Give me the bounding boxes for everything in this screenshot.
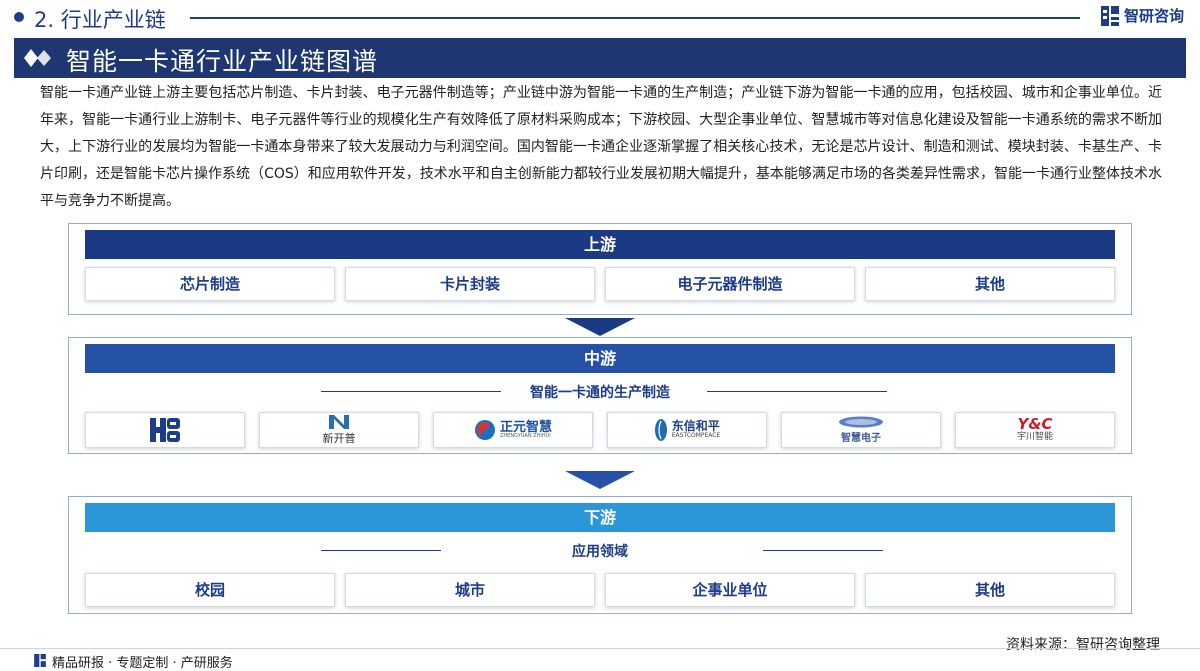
downstream-subtitle: 应用领域	[572, 544, 628, 560]
upstream-item: 其他	[865, 267, 1115, 301]
upstream-item: 芯片制造	[85, 267, 335, 301]
midstream-label: 中游	[85, 344, 1115, 373]
downstream-item: 校园	[85, 573, 335, 607]
downstream-label: 下游	[85, 503, 1115, 532]
down-arrow-icon	[565, 471, 635, 489]
logo-text: 新开普	[322, 431, 356, 445]
logo-subtext: ZHENGYUAN ZHIHUI	[499, 433, 551, 440]
company-logo: 正元智慧 ZHENGYUAN ZHIHUI	[433, 412, 593, 448]
header-divider	[190, 17, 1080, 19]
footer-tagline: 精品研报 · 专题定制 · 产研服务	[52, 656, 233, 671]
footer-divider	[0, 648, 1200, 649]
section-title: 2. 行业产业链	[34, 8, 166, 32]
company-logo: 东信和平 EASTCOMPEACE	[607, 412, 767, 448]
downstream-item: 其他	[865, 573, 1115, 607]
logo-text: 智慧电子	[841, 433, 881, 444]
upstream-item: 电子元器件制造	[605, 267, 855, 301]
dongxinhepin-logo-icon	[654, 419, 667, 441]
yc-logo-icon: Y&C	[1017, 415, 1053, 434]
xinkaipu-logo-icon	[329, 414, 349, 429]
intro-paragraph: 智能一卡通产业链上游主要包括芯片制造、卡片封装、电子元器件制造等；产业链中游为智…	[40, 85, 1162, 209]
logo-subtext: EASTCOMPEACE	[671, 432, 721, 440]
company-logo: 智慧电子	[781, 412, 941, 448]
upstream-label: 上游	[85, 230, 1115, 259]
downstream-item: 企事业单位	[605, 573, 855, 607]
hb-logo-icon	[150, 418, 180, 442]
logo-subtext: 宇川智能	[1016, 432, 1053, 443]
downstream-section: 下游 应用领域 校园 城市 企事业单位 其他	[68, 496, 1132, 614]
company-logo: 新开普	[259, 412, 419, 448]
upstream-item: 卡片封装	[345, 267, 595, 301]
title-banner: 智能一卡通行业产业链图谱	[14, 38, 1186, 78]
upstream-items: 芯片制造 卡片封装 电子元器件制造 其他	[85, 267, 1115, 301]
top-header: 2. 行业产业链 智研咨询	[0, 0, 1200, 36]
brand-logo: 智研咨询	[1100, 5, 1184, 26]
midstream-logos: 新开普 正元智慧 ZHENGYUAN ZHIHUI 东信和平 EASTCOMPE…	[85, 412, 1115, 448]
midstream-subtitle: 智能一卡通的生产制造	[530, 385, 670, 401]
company-logo	[85, 412, 245, 448]
company-logo: Y&C 宇川智能	[955, 412, 1115, 448]
upstream-section: 上游 芯片制造 卡片封装 电子元器件制造 其他	[68, 223, 1132, 315]
midstream-section: 中游 智能一卡通的生产制造 新开普 正元智慧 ZHENGYUAN ZHIHUI …	[68, 337, 1132, 454]
footer: 精品研报 · 专题定制 · 产研服务	[0, 648, 1200, 671]
brand-mark-icon	[1100, 5, 1119, 26]
bullet-dot-icon	[14, 12, 24, 22]
downstream-item: 城市	[345, 573, 595, 607]
brand-mark-icon	[34, 654, 46, 667]
down-arrow-icon	[565, 318, 635, 336]
diamonds-icon	[24, 49, 51, 67]
zhengyuan-logo-icon	[474, 420, 495, 440]
downstream-items: 校园 城市 企事业单位 其他	[85, 573, 1115, 607]
logo-text: 正元智慧	[499, 419, 552, 435]
page-title: 智能一卡通行业产业链图谱	[66, 47, 379, 76]
zhihui-electronic-logo-icon	[839, 416, 883, 428]
brand-name: 智研咨询	[1123, 7, 1184, 25]
